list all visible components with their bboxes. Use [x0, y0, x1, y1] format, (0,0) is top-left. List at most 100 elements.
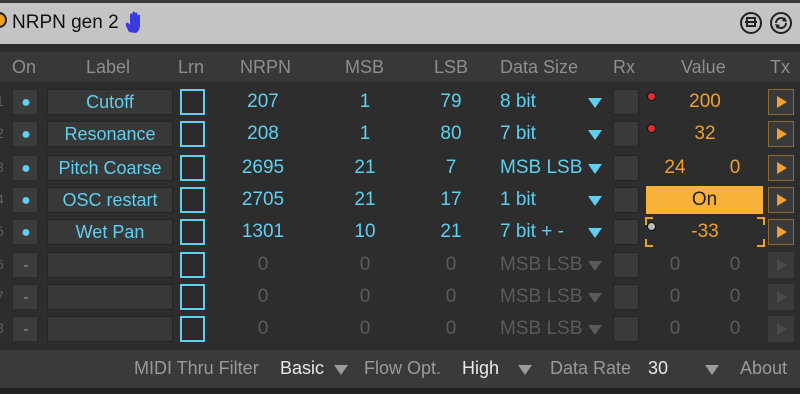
tx-send-button[interactable] — [768, 316, 794, 342]
label-field[interactable]: Resonance — [47, 121, 173, 147]
on-toggle-button[interactable]: ● — [12, 121, 38, 147]
learn-button[interactable] — [180, 219, 205, 245]
data-size-select[interactable]: MSB LSB — [500, 318, 582, 340]
flow-opt-dropdown-icon[interactable] — [518, 365, 532, 375]
label-field[interactable]: Wet Pan — [47, 219, 173, 245]
on-toggle-button[interactable]: ● — [12, 89, 38, 115]
on-toggle-button[interactable]: ● — [12, 219, 38, 245]
msb-value[interactable]: 21 — [325, 157, 405, 179]
msb-value[interactable]: 10 — [325, 221, 405, 243]
data-rate-dropdown-icon[interactable] — [705, 365, 719, 375]
data-size-select[interactable]: 1 bit — [500, 189, 536, 211]
value-msb[interactable]: 0 — [648, 254, 702, 276]
lsb-value[interactable]: 17 — [411, 189, 491, 211]
msb-value[interactable]: 21 — [325, 189, 405, 211]
label-field[interactable]: OSC restart — [47, 187, 173, 213]
tx-send-button[interactable] — [768, 155, 794, 181]
data-rate-value[interactable]: 30 — [648, 358, 668, 379]
data-size-select[interactable]: 7 bit — [500, 123, 536, 145]
pin-icon[interactable] — [740, 12, 762, 34]
learn-button[interactable] — [180, 316, 205, 342]
data-size-select[interactable]: MSB LSB — [500, 254, 582, 276]
midi-thru-filter-value[interactable]: Basic — [280, 358, 324, 379]
on-toggle-button[interactable]: - — [12, 284, 38, 310]
data-size-dropdown-icon[interactable] — [588, 130, 602, 140]
label-field[interactable] — [47, 316, 173, 342]
tx-send-button[interactable] — [768, 121, 794, 147]
learn-button[interactable] — [180, 89, 205, 115]
msb-value[interactable]: 1 — [325, 91, 405, 113]
lsb-value[interactable]: 21 — [411, 221, 491, 243]
lsb-value[interactable]: 0 — [411, 318, 491, 340]
on-toggle-button[interactable]: - — [12, 252, 38, 278]
on-toggle-button[interactable]: ● — [12, 155, 38, 181]
tx-send-button[interactable] — [768, 219, 794, 245]
learn-button[interactable] — [180, 187, 205, 213]
lsb-value[interactable]: 80 — [411, 123, 491, 145]
learn-button[interactable] — [180, 155, 205, 181]
nrpn-value[interactable]: 2695 — [223, 157, 303, 179]
msb-value[interactable]: 0 — [325, 254, 405, 276]
about-button[interactable]: About — [740, 358, 787, 379]
tx-send-button[interactable] — [768, 187, 794, 213]
label-field[interactable]: Cutoff — [47, 89, 173, 115]
rx-button[interactable] — [613, 89, 639, 115]
lsb-value[interactable]: 79 — [411, 91, 491, 113]
data-size-dropdown-icon[interactable] — [588, 293, 602, 303]
value-field[interactable]: 32 — [650, 123, 760, 145]
rx-button[interactable] — [613, 284, 639, 310]
refresh-icon[interactable] — [770, 12, 792, 34]
value-lsb[interactable]: 0 — [708, 286, 762, 308]
learn-button[interactable] — [180, 121, 205, 147]
data-size-dropdown-icon[interactable] — [588, 228, 602, 238]
midi-thru-dropdown-icon[interactable] — [334, 365, 348, 375]
value-msb[interactable]: 0 — [648, 318, 702, 340]
on-toggle-button[interactable]: ● — [12, 187, 38, 213]
data-size-dropdown-icon[interactable] — [588, 325, 602, 335]
nrpn-value[interactable]: 1301 — [223, 221, 303, 243]
data-size-dropdown-icon[interactable] — [588, 98, 602, 108]
tx-send-button[interactable] — [768, 284, 794, 310]
rx-button[interactable] — [613, 187, 639, 213]
label-field[interactable]: Pitch Coarse — [47, 155, 173, 181]
label-field[interactable] — [47, 252, 173, 278]
data-size-select[interactable]: 7 bit + - — [500, 221, 564, 243]
rx-button[interactable] — [613, 316, 639, 342]
rx-button[interactable] — [613, 219, 639, 245]
value-msb[interactable]: 24 — [648, 157, 702, 179]
value-field[interactable]: 200 — [650, 91, 760, 113]
learn-button[interactable] — [180, 284, 205, 310]
value-lsb[interactable]: 0 — [708, 157, 762, 179]
tx-send-button[interactable] — [768, 89, 794, 115]
flow-opt-value[interactable]: High — [462, 358, 499, 379]
data-size-select[interactable]: MSB LSB — [500, 286, 582, 308]
data-size-select[interactable]: 8 bit — [500, 91, 536, 113]
data-size-dropdown-icon[interactable] — [588, 196, 602, 206]
rx-button[interactable] — [613, 155, 639, 181]
nrpn-value[interactable]: 0 — [223, 318, 303, 340]
rx-button[interactable] — [613, 121, 639, 147]
value-lsb[interactable]: 0 — [708, 318, 762, 340]
nrpn-value[interactable]: 0 — [223, 286, 303, 308]
msb-value[interactable]: 0 — [325, 286, 405, 308]
data-size-dropdown-icon[interactable] — [588, 261, 602, 271]
value-lsb[interactable]: 0 — [708, 254, 762, 276]
nrpn-value[interactable]: 207 — [223, 91, 303, 113]
lsb-value[interactable]: 0 — [411, 286, 491, 308]
nrpn-value[interactable]: 208 — [223, 123, 303, 145]
label-field[interactable] — [47, 284, 173, 310]
value-msb[interactable]: 0 — [648, 286, 702, 308]
on-toggle-button[interactable]: - — [12, 316, 38, 342]
data-size-dropdown-icon[interactable] — [588, 164, 602, 174]
nrpn-value[interactable]: 0 — [223, 254, 303, 276]
lsb-value[interactable]: 0 — [411, 254, 491, 276]
value-toggle-button[interactable]: On — [646, 186, 763, 214]
learn-button[interactable] — [180, 252, 205, 278]
tx-send-button[interactable] — [768, 252, 794, 278]
lsb-value[interactable]: 7 — [411, 157, 491, 179]
nrpn-value[interactable]: 2705 — [223, 189, 303, 211]
data-size-select[interactable]: MSB LSB — [500, 157, 582, 179]
rx-button[interactable] — [613, 252, 639, 278]
msb-value[interactable]: 1 — [325, 123, 405, 145]
msb-value[interactable]: 0 — [325, 318, 405, 340]
